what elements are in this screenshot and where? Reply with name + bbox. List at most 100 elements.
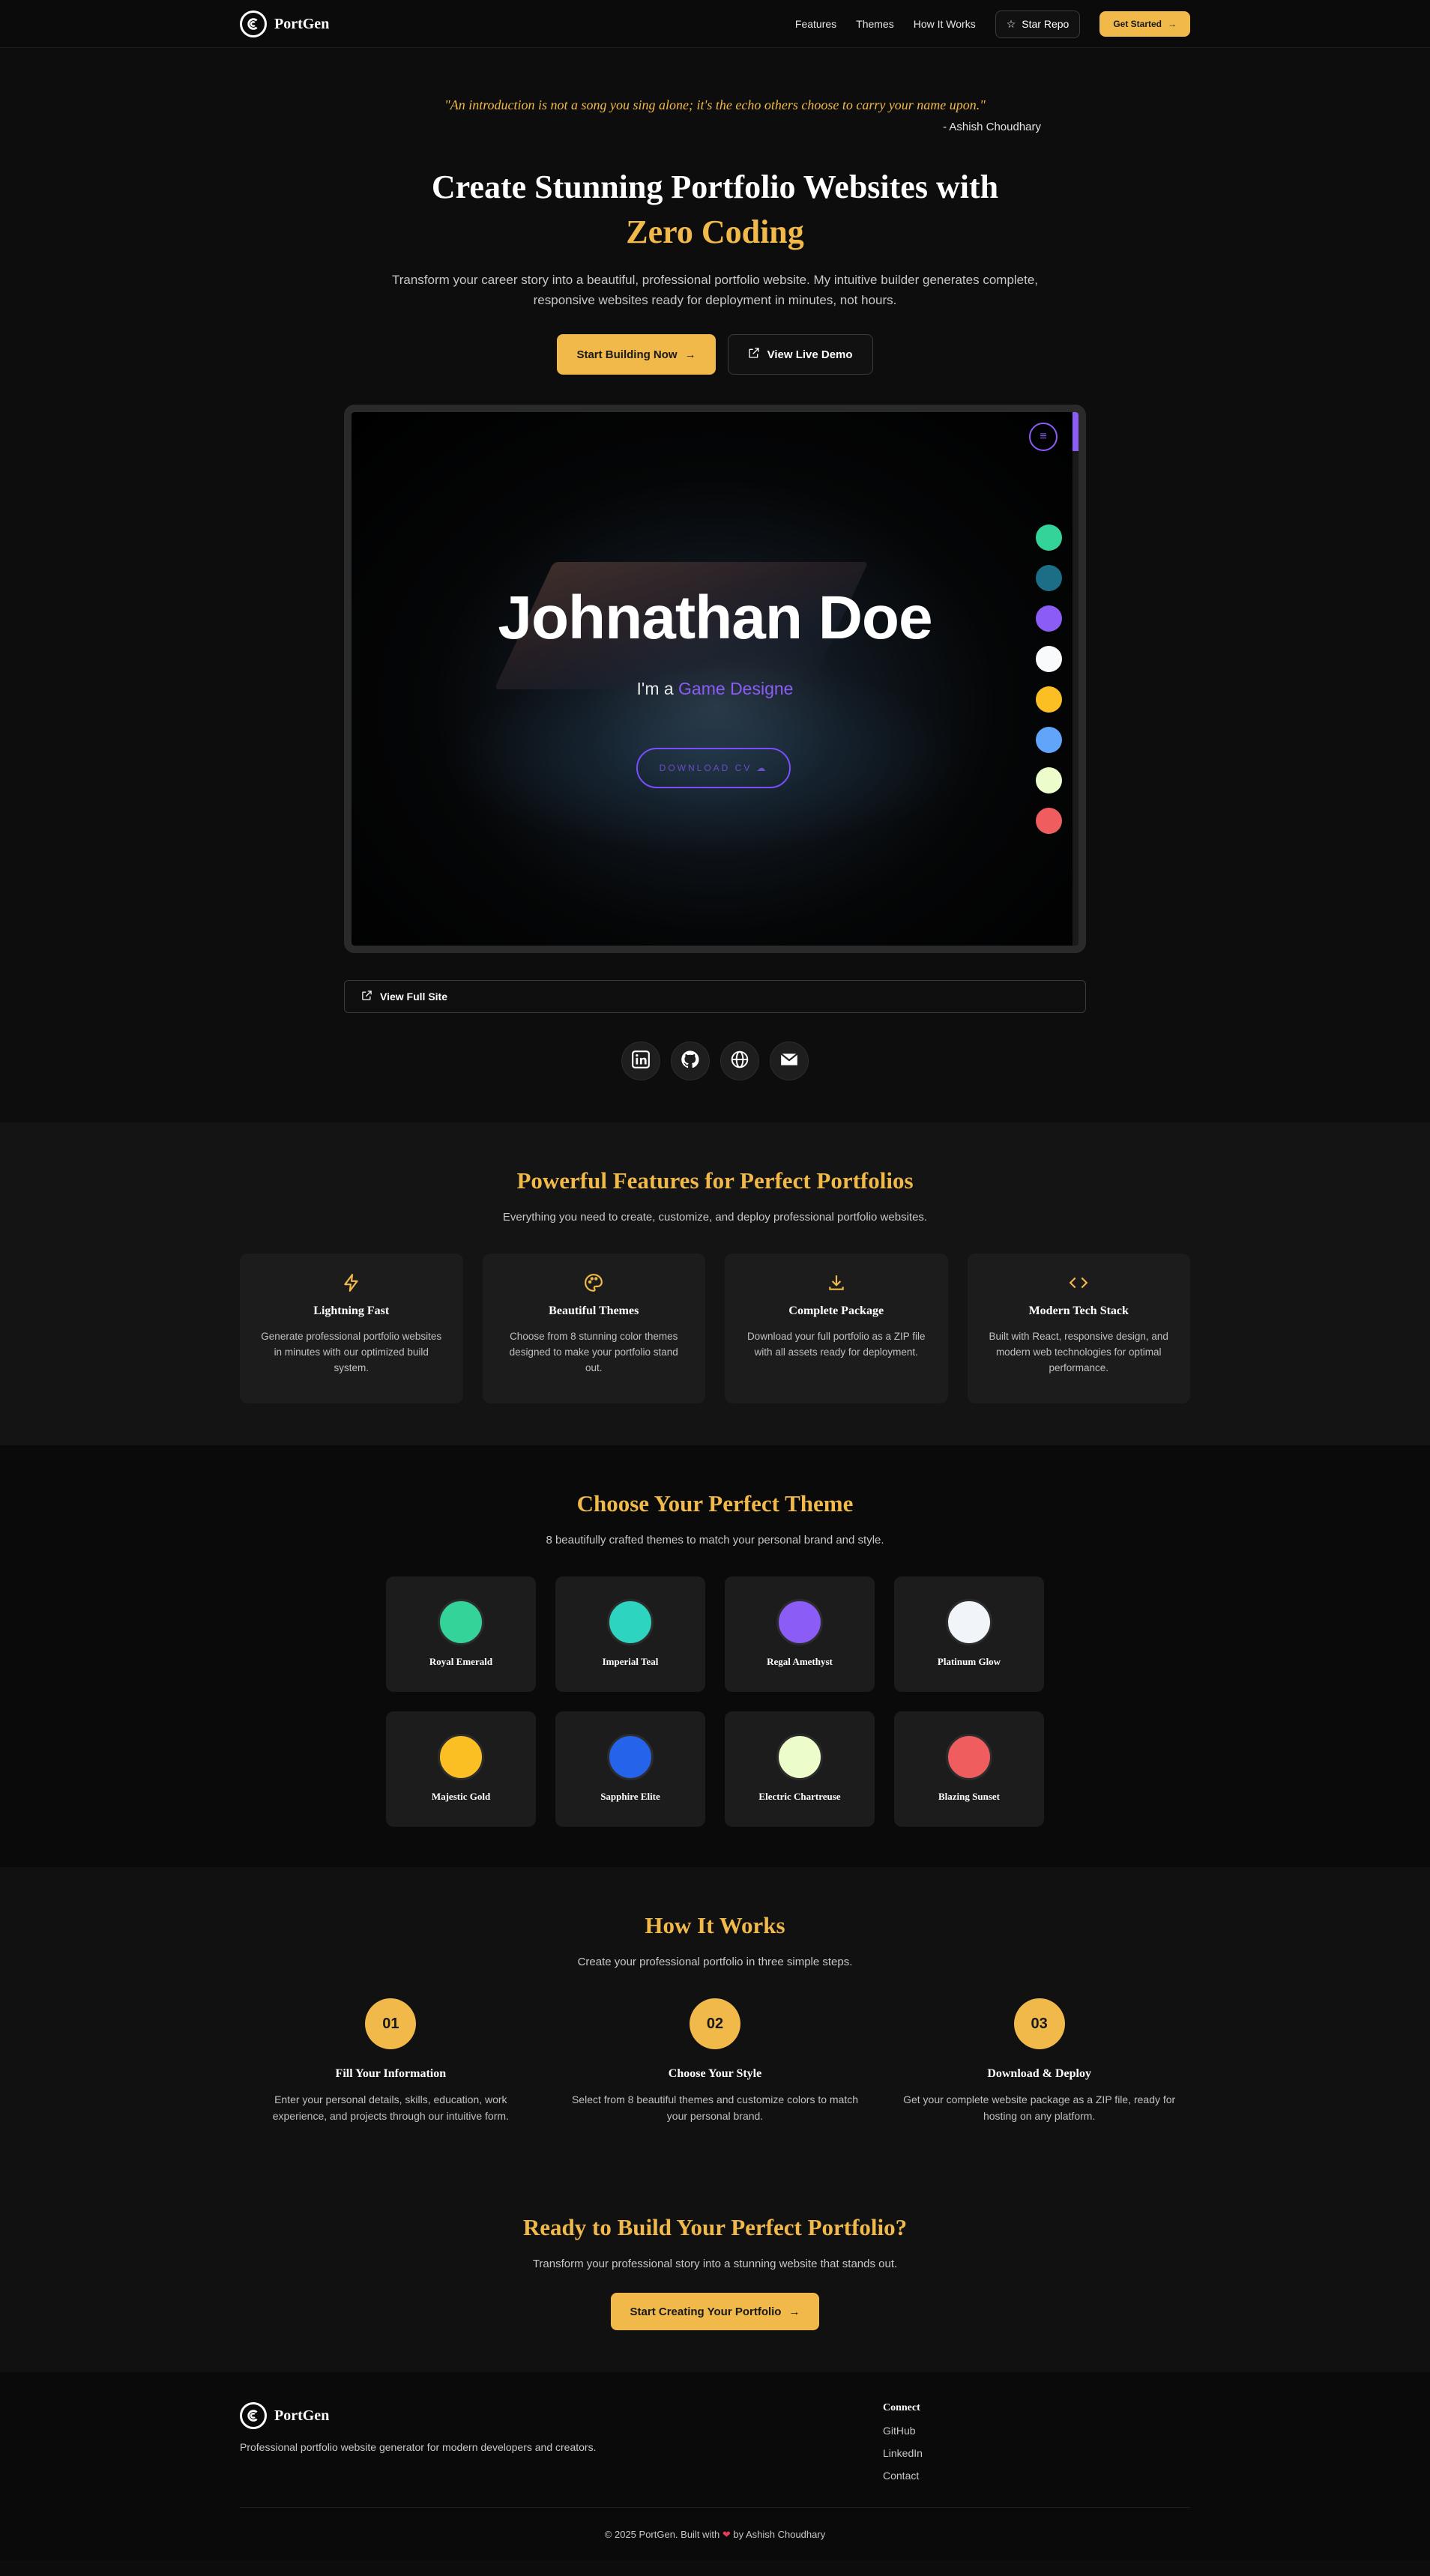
theme-card[interactable]: Electric Chartreuse	[725, 1711, 875, 1827]
github-icon	[680, 1049, 701, 1074]
external-link-icon	[361, 990, 372, 1003]
theme-card[interactable]: Regal Amethyst	[725, 1576, 875, 1692]
footer-tagline: Professional portfolio website generator…	[240, 2441, 597, 2453]
theme-swatch-sunset[interactable]	[1036, 808, 1062, 834]
palette-icon	[501, 1273, 688, 1295]
theme-name: Imperial Teal	[602, 1656, 659, 1667]
step-item: 01 Fill Your Information Enter your pers…	[240, 1998, 542, 2124]
github-link[interactable]	[671, 1041, 710, 1080]
globe-icon	[730, 1050, 749, 1073]
themes-grid: Royal Emerald Imperial Teal Regal Amethy…	[385, 1576, 1045, 1827]
themes-subtitle: 8 beautifully crafted themes to match yo…	[546, 1534, 884, 1546]
theme-name: Majestic Gold	[431, 1791, 491, 1802]
social-links	[0, 1041, 1430, 1122]
heart-icon: ❤	[722, 2529, 731, 2540]
nav-links: Features Themes How It Works ☆ Star Repo…	[795, 10, 1190, 38]
step-description: Select from 8 beautiful themes and custo…	[571, 2093, 859, 2122]
nav-link-how-it-works[interactable]: How It Works	[914, 18, 976, 30]
theme-swatch-emerald[interactable]	[1036, 524, 1062, 551]
theme-swatch-amethyst[interactable]	[1036, 605, 1062, 632]
brand-logo-link[interactable]: PortGen	[240, 10, 329, 37]
get-started-button[interactable]: Get Started →	[1099, 11, 1190, 37]
themes-title: Choose Your Perfect Theme	[576, 1490, 854, 1517]
preview-name: Johnathan Doe	[498, 584, 932, 652]
hero-title-line1: Create Stunning Portfolio Websites with	[431, 169, 999, 205]
nav-link-themes[interactable]: Themes	[856, 18, 894, 30]
theme-card[interactable]: Majestic Gold	[386, 1711, 536, 1827]
features-subtitle: Everything you need to create, customize…	[502, 1211, 928, 1224]
cta-subtitle: Transform your professional story into a…	[532, 2258, 898, 2270]
copyright-prefix: © 2025 PortGen. Built with	[604, 2529, 720, 2540]
external-link-icon	[748, 347, 760, 362]
email-link[interactable]	[770, 1041, 809, 1080]
feature-title: Complete Package	[788, 1304, 884, 1317]
footer-link-github[interactable]: GitHub	[883, 2425, 1190, 2437]
theme-swatch-gold[interactable]	[1036, 686, 1062, 713]
preview-scrollbar[interactable]	[1072, 412, 1078, 451]
footer-link-linkedin[interactable]: LinkedIn	[883, 2447, 1190, 2459]
hero-buttons: Start Building Now → View Live Demo	[0, 334, 1430, 375]
theme-card[interactable]: Sapphire Elite	[555, 1711, 705, 1827]
theme-color-swatch	[438, 1734, 484, 1780]
footer-link-contact[interactable]: Contact	[883, 2470, 1190, 2482]
cloud-download-icon: ☁	[756, 763, 768, 773]
nav-link-features[interactable]: Features	[795, 18, 836, 30]
star-repo-button[interactable]: ☆ Star Repo	[995, 10, 1081, 38]
arrow-right-icon: →	[788, 2305, 800, 2318]
how-title: How It Works	[645, 1912, 785, 1938]
cta-section: Ready to Build Your Perfect Portfolio? T…	[0, 2169, 1430, 2372]
theme-card[interactable]: Blazing Sunset	[894, 1711, 1044, 1827]
hero-subtitle: Transform your career story into a beaut…	[391, 273, 1039, 307]
preview-role: I'm a Game Designe	[352, 679, 1078, 699]
view-full-site-label: View Full Site	[380, 991, 447, 1003]
start-building-button[interactable]: Start Building Now →	[557, 334, 716, 375]
preview-theme-swatches	[1036, 524, 1062, 834]
theme-color-swatch	[438, 1599, 484, 1645]
start-creating-label: Start Creating Your Portfolio	[630, 2305, 782, 2318]
theme-swatch-platinum[interactable]	[1036, 646, 1062, 672]
start-creating-button[interactable]: Start Creating Your Portfolio →	[610, 2293, 820, 2330]
footer-brand[interactable]: PortGen	[240, 2402, 596, 2429]
linkedin-link[interactable]	[621, 1041, 660, 1080]
view-live-demo-button[interactable]: View Live Demo	[727, 334, 873, 375]
lightning-icon	[258, 1273, 445, 1295]
theme-card[interactable]: Platinum Glow	[894, 1576, 1044, 1692]
step-title: Download & Deploy	[987, 2067, 1091, 2080]
arrow-right-icon: →	[684, 348, 696, 361]
feature-title: Lightning Fast	[313, 1304, 390, 1317]
star-icon: ☆	[1006, 17, 1016, 30]
step-item: 03 Download & Deploy Get your complete w…	[888, 1998, 1190, 2124]
preview-menu-button[interactable]: ≡	[1029, 423, 1058, 451]
theme-card[interactable]: Royal Emerald	[386, 1576, 536, 1692]
hero-title: Create Stunning Portfolio Websites with …	[0, 165, 1430, 255]
theme-swatch-sapphire[interactable]	[1036, 727, 1062, 753]
view-full-site-button[interactable]: View Full Site	[344, 980, 1086, 1013]
step-number-badge: 03	[1013, 1998, 1065, 2049]
brand-name: PortGen	[274, 15, 330, 32]
portfolio-preview-frame[interactable]: ≡ Johnathan Doe I'm a Game Designe DOWNL…	[344, 405, 1086, 953]
download-cv-button[interactable]: DOWNLOAD CV ☁	[636, 748, 791, 788]
theme-name: Sapphire Elite	[600, 1791, 660, 1802]
download-icon	[743, 1273, 930, 1295]
theme-color-swatch	[946, 1734, 992, 1780]
theme-swatch-teal[interactable]	[1036, 565, 1062, 591]
step-number-badge: 01	[365, 1998, 417, 2049]
theme-name: Blazing Sunset	[938, 1791, 1000, 1802]
steps-grid: 01 Fill Your Information Enter your pers…	[240, 1998, 1190, 2124]
start-building-label: Start Building Now	[576, 348, 678, 361]
theme-color-swatch	[607, 1734, 654, 1780]
feature-card: Lightning Fast Generate professional por…	[240, 1254, 463, 1403]
how-subtitle: Create your professional portfolio in th…	[577, 1956, 853, 1968]
download-cv-label: DOWNLOAD CV	[659, 763, 752, 773]
website-link[interactable]	[720, 1041, 759, 1080]
feature-card: Complete Package Download your full port…	[725, 1254, 948, 1403]
hero-section: "An introduction is not a song you sing …	[0, 48, 1430, 1122]
preview-role-prefix: I'm a	[636, 679, 674, 698]
features-grid: Lightning Fast Generate professional por…	[240, 1254, 1190, 1403]
themes-section: Choose Your Perfect Theme 8 beautifully …	[0, 1445, 1430, 1867]
quote-author: - Ashish Choudhary	[943, 121, 1041, 133]
theme-color-swatch	[776, 1599, 823, 1645]
theme-swatch-chartreuse[interactable]	[1036, 767, 1062, 793]
theme-color-swatch	[946, 1599, 992, 1645]
theme-card[interactable]: Imperial Teal	[555, 1576, 705, 1692]
